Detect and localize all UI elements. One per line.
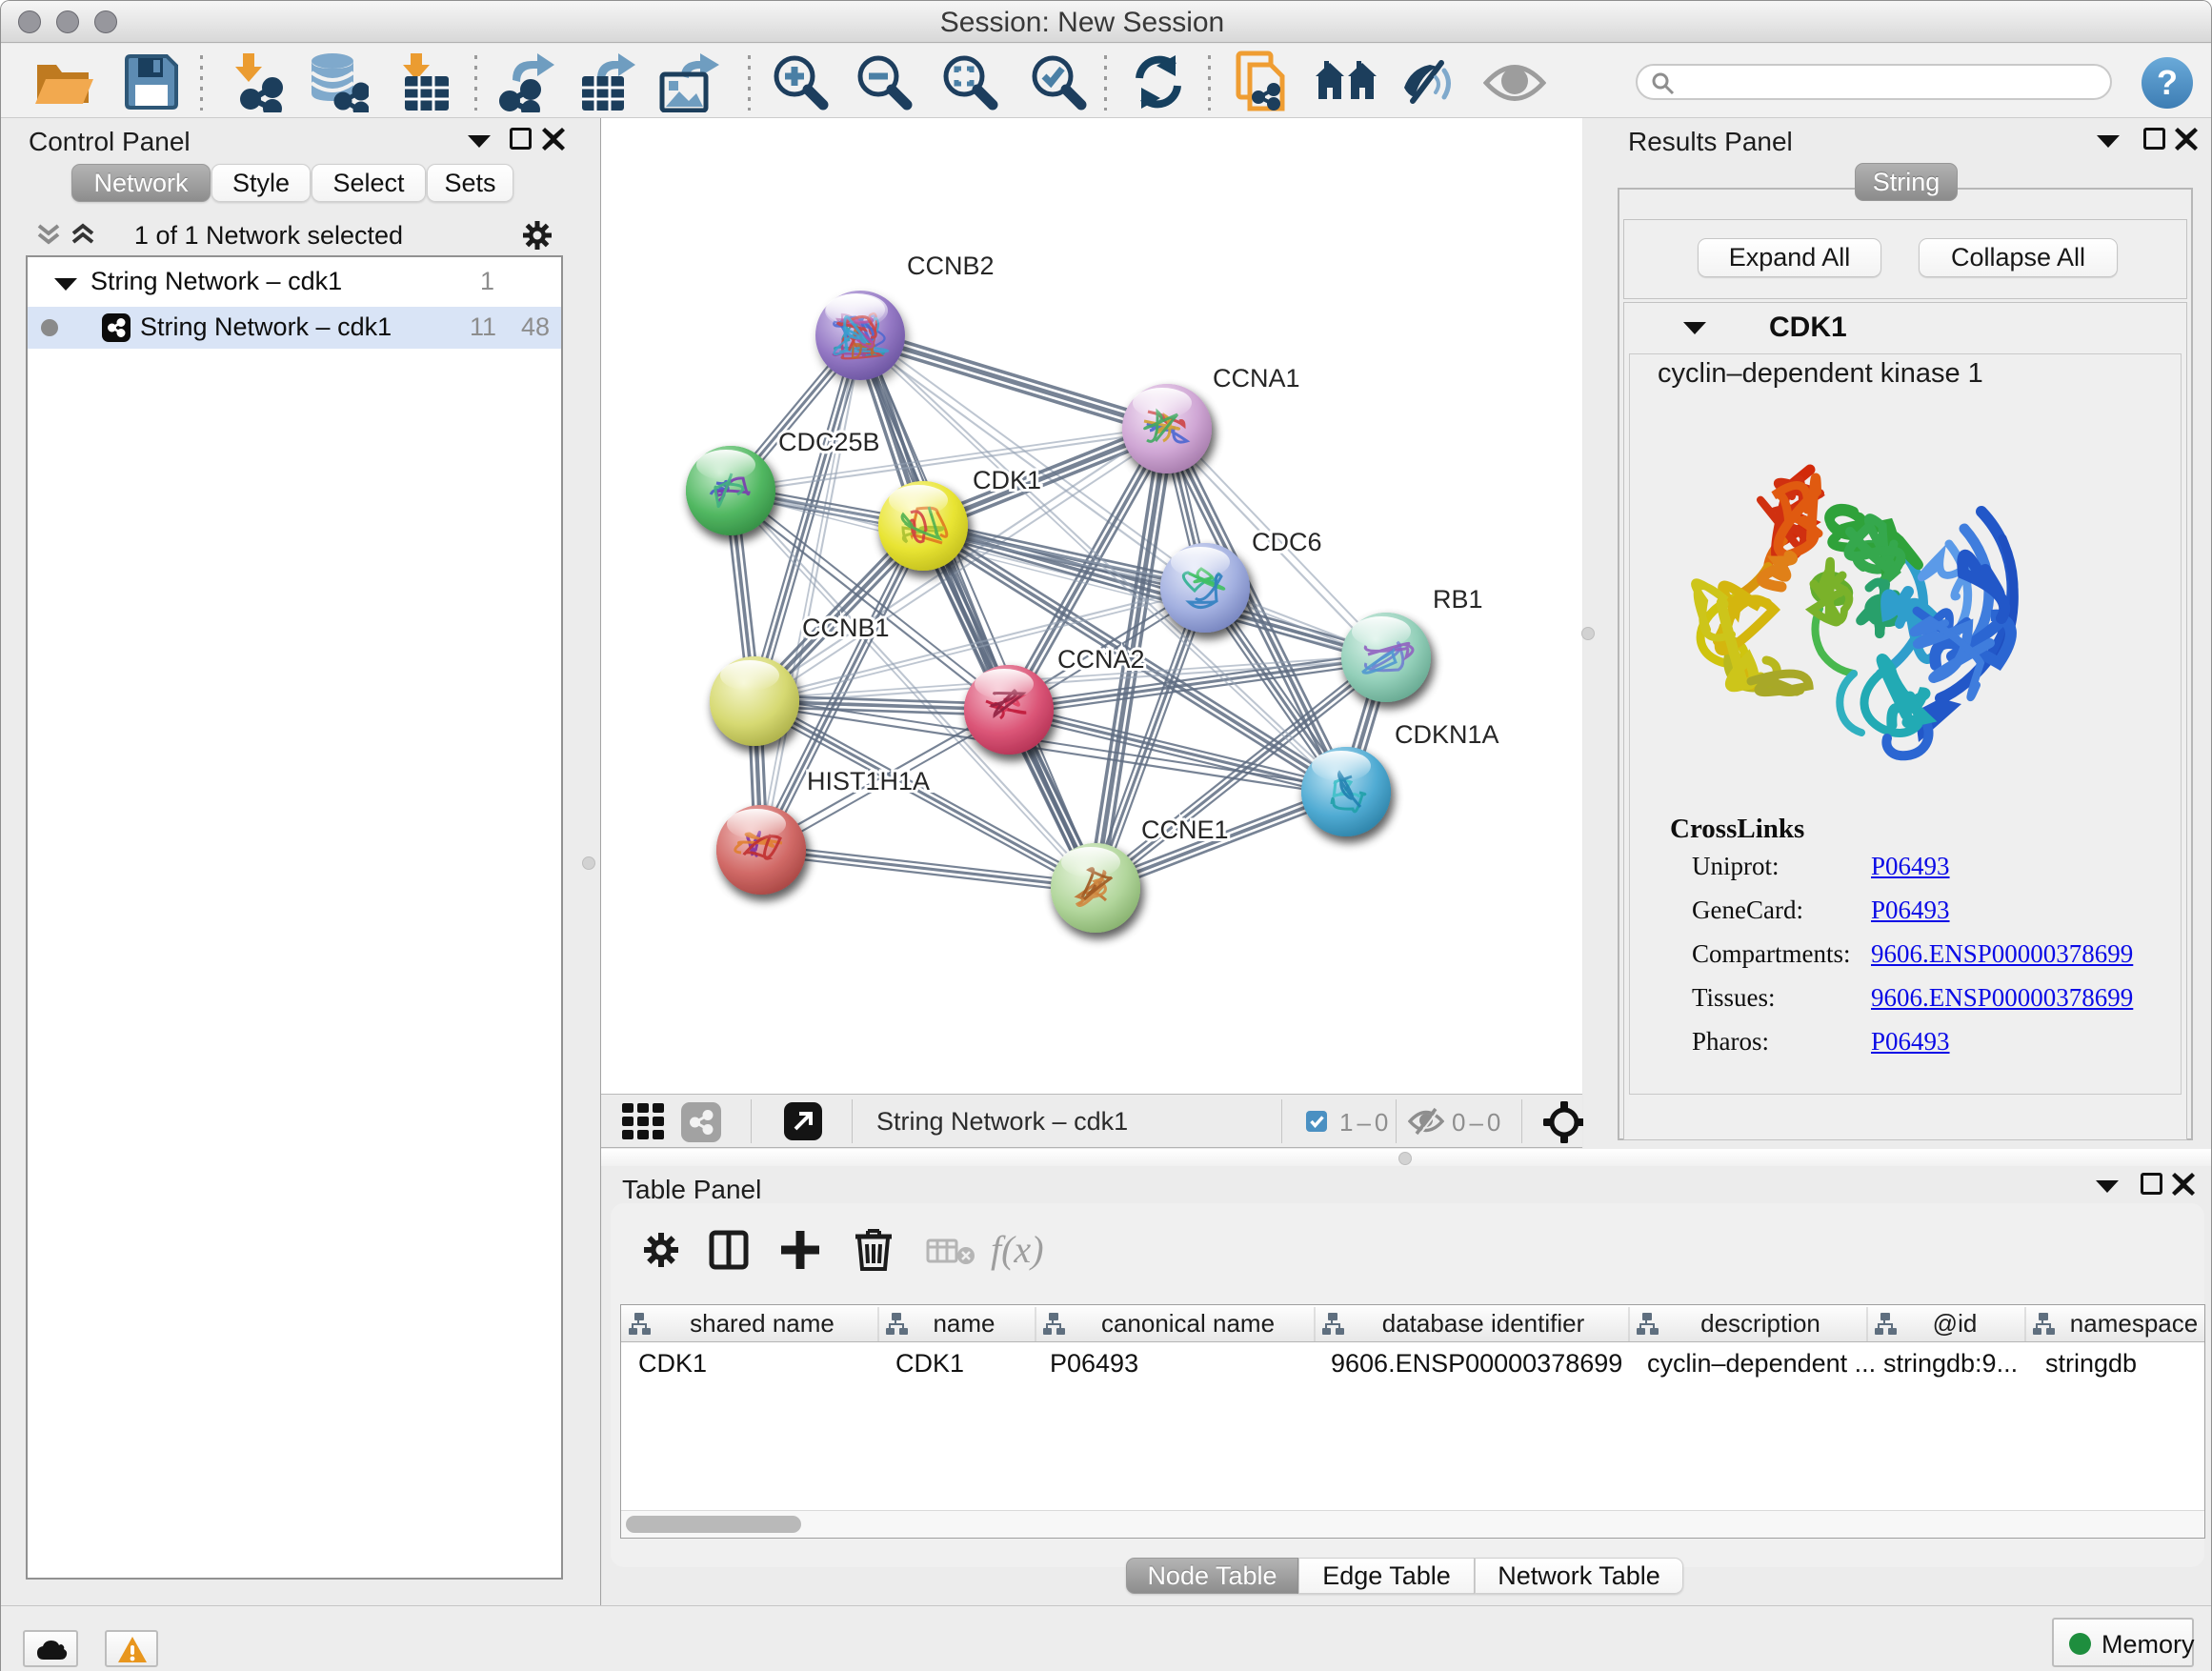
svg-text:CCNE1: CCNE1 [1141, 815, 1229, 844]
svg-text:CDKN1A: CDKN1A [1395, 720, 1499, 749]
svg-text:HIST1H1A: HIST1H1A [807, 767, 930, 795]
svg-text:description: description [1700, 1309, 1820, 1338]
svg-text:CCNB1: CCNB1 [802, 614, 890, 642]
svg-text:CCNB2: CCNB2 [907, 252, 995, 280]
svg-text:shared name: shared name [690, 1309, 835, 1338]
svg-text:namespace: namespace [2070, 1309, 2198, 1338]
svg-text:CCNA1: CCNA1 [1213, 364, 1300, 393]
svg-text:CDC6: CDC6 [1252, 528, 1322, 556]
svg-text:name: name [933, 1309, 995, 1338]
svg-text:database identifier: database identifier [1382, 1309, 1585, 1338]
svg-text:canonical name: canonical name [1101, 1309, 1275, 1338]
svg-text:RB1: RB1 [1433, 585, 1483, 614]
svg-text:CDK1: CDK1 [973, 466, 1041, 494]
svg-text:CDC25B: CDC25B [778, 428, 880, 456]
svg-text:@id: @id [1933, 1309, 1978, 1338]
svg-text:CCNA2: CCNA2 [1057, 645, 1145, 674]
